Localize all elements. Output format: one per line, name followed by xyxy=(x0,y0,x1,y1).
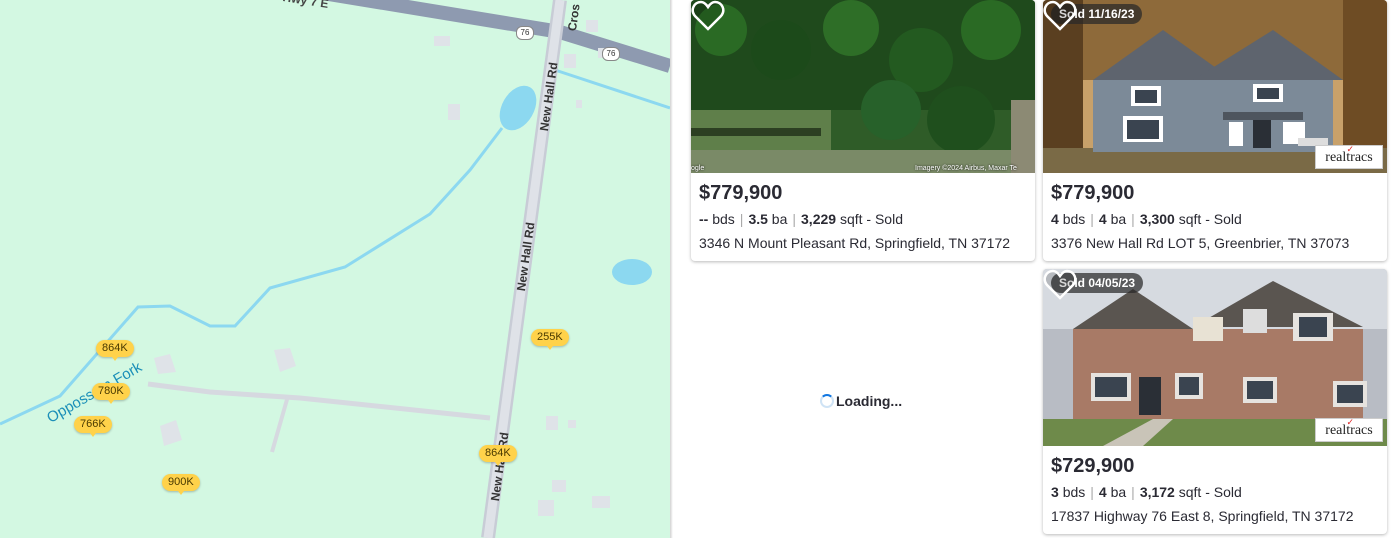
listing-status: - Sold xyxy=(866,211,903,227)
highway-76-shield: 76 xyxy=(602,47,620,61)
panel-divider xyxy=(670,0,673,538)
beds-value: 4 xyxy=(1051,211,1059,227)
beds-value: 3 xyxy=(1051,484,1059,500)
brand-logo: ✓ realtracs xyxy=(1315,145,1383,169)
sqft-unit: sqft xyxy=(1178,484,1202,500)
listing-price: $729,900 xyxy=(1051,455,1135,477)
price-pin[interactable]: 780K xyxy=(92,383,130,404)
beds-unit: bds xyxy=(1062,211,1086,227)
listing-status: - Sold xyxy=(1205,211,1242,227)
sqft-value: 3,300 xyxy=(1139,211,1175,227)
baths-unit: ba xyxy=(771,211,788,227)
baths-value: 3.5 xyxy=(748,211,768,227)
map-panel[interactable]: Hwy 7 E New Hall Rd New Hall Rd New Hall… xyxy=(0,0,670,538)
listing-facts: -- bds | 3.5 ba | 3,229 sqft - Sold xyxy=(699,211,903,227)
price-pin[interactable]: 900K xyxy=(162,474,200,495)
listing-card[interactable]: Sold 11/16/23 ✓ realtracs $779,900 4 bds |… xyxy=(1043,0,1387,261)
heart-icon[interactable] xyxy=(1043,269,1077,301)
loading-indicator: Loading... xyxy=(820,393,902,409)
listing-card[interactable]: ogle Imagery ©2024 Airbus, Maxar Te $779… xyxy=(691,0,1035,261)
listing-photo[interactable]: Sold 11/16/23 ✓ realtracs xyxy=(1043,0,1387,173)
listing-address[interactable]: 3346 N Mount Pleasant Rd, Springfield, T… xyxy=(699,233,1027,253)
price-pin[interactable]: 864K xyxy=(479,445,517,466)
listing-address[interactable]: 3376 New Hall Rd LOT 5, Greenbrier, TN 3… xyxy=(1051,233,1379,253)
listing-facts: 3 bds | 4 ba | 3,172 sqft - Sold xyxy=(1051,484,1242,500)
sqft-unit: sqft xyxy=(839,211,863,227)
sqft-unit: sqft xyxy=(1178,211,1202,227)
price-pin[interactable]: 255K xyxy=(531,329,569,350)
highway-76-shield: 76 xyxy=(516,26,534,40)
heart-icon[interactable] xyxy=(1043,0,1077,32)
spinner-icon xyxy=(820,394,834,408)
price-pin[interactable]: 766K xyxy=(74,416,112,437)
listing-photo[interactable]: ogle Imagery ©2024 Airbus, Maxar Te xyxy=(691,0,1035,173)
photo-credit: Imagery ©2024 Airbus, Maxar Te xyxy=(915,165,1017,172)
beds-unit: bds xyxy=(712,211,735,227)
baths-value: 4 xyxy=(1098,211,1107,227)
listing-price: $779,900 xyxy=(699,182,783,204)
heart-icon[interactable] xyxy=(691,0,725,32)
baths-value: 4 xyxy=(1098,484,1107,500)
sqft-value: 3,229 xyxy=(801,211,837,227)
loading-text: Loading... xyxy=(836,393,903,409)
beds-value: -- xyxy=(699,211,709,227)
listing-photo[interactable]: Sold 04/05/23 ✓ realtracs xyxy=(1043,269,1387,446)
listing-facts: 4 bds | 4 ba | 3,300 sqft - Sold xyxy=(1051,211,1242,227)
listing-status: - Sold xyxy=(1205,484,1242,500)
listing-card[interactable]: Sold 04/05/23 ✓ realtracs $729,900 3 bds |… xyxy=(1043,269,1387,534)
beds-unit: bds xyxy=(1062,484,1086,500)
price-pin[interactable]: 864K xyxy=(96,340,134,361)
sqft-value: 3,172 xyxy=(1139,484,1175,500)
baths-unit: ba xyxy=(1110,211,1127,227)
photo-credit: ogle xyxy=(691,165,705,172)
map-canvas[interactable] xyxy=(0,0,670,538)
listing-address[interactable]: 17837 Highway 76 East 8, Springfield, TN… xyxy=(1051,506,1379,526)
baths-unit: ba xyxy=(1110,484,1127,500)
brand-logo: ✓ realtracs xyxy=(1315,418,1383,442)
listing-price: $779,900 xyxy=(1051,182,1135,204)
